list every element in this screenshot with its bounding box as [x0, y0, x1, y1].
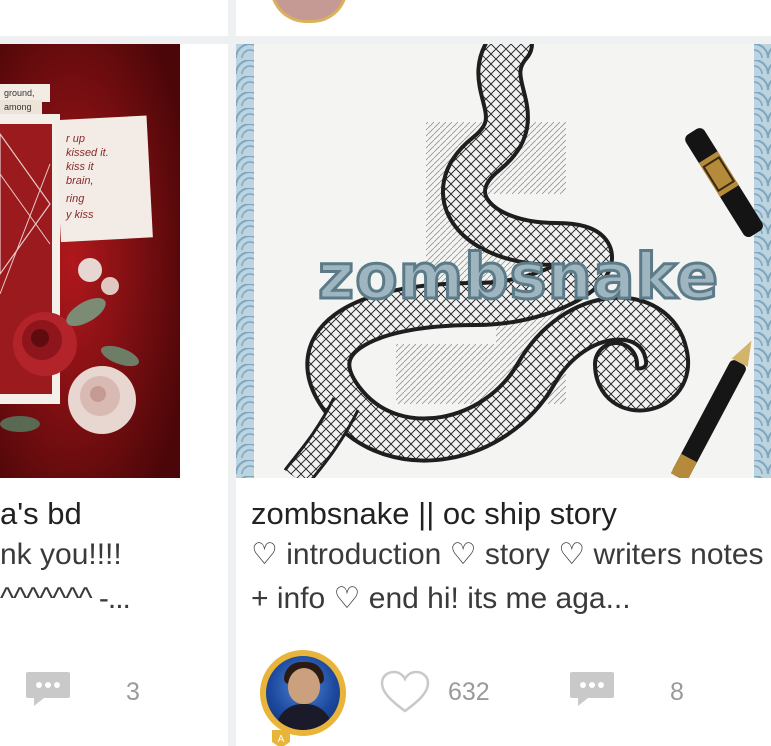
post-excerpt-line-2: ^^^^^^^ -...: [0, 582, 131, 615]
post-excerpt: nk you!!!! ^^^^^^^ -...: [0, 533, 131, 621]
author-avatar[interactable]: [260, 650, 346, 736]
post-cover-image[interactable]: ground, among r up kissed it. kiss it br…: [0, 44, 180, 478]
collage-snippet-2: among: [4, 102, 32, 112]
post-card-left[interactable]: ground, among r up kissed it. kiss it br…: [0, 44, 228, 746]
comment-icon: [570, 672, 614, 706]
note-line-4: brain,: [66, 175, 94, 187]
post-cover-image[interactable]: zombsnake: [236, 44, 771, 478]
note-line-3: kiss it: [66, 161, 94, 173]
comment-icon: [26, 672, 70, 706]
avatar-photo: [266, 656, 340, 730]
collage-illustration: ground, among r up kissed it. kiss it br…: [0, 44, 180, 478]
note-line-6: y kiss: [65, 209, 94, 221]
comment-count: 3: [126, 678, 140, 706]
post-excerpt: ♡ introduction ♡ story ♡ writers notes +…: [251, 538, 764, 615]
like-count: 632: [448, 678, 490, 706]
comment-button[interactable]: [24, 670, 72, 706]
like-button[interactable]: [380, 670, 430, 714]
post-excerpt-line-1: nk you!!!!: [0, 538, 122, 571]
comment-count: 8: [670, 678, 684, 706]
top-card-left[interactable]: [0, 0, 228, 36]
top-card-right[interactable]: [236, 0, 771, 36]
post-card-right[interactable]: zombsnake zombsnake || oc ship story ♡ i…: [236, 44, 771, 746]
post-title[interactable]: a's bd: [0, 496, 82, 532]
comment-button[interactable]: [568, 670, 616, 706]
note-line-2: kissed it.: [66, 147, 109, 159]
author-avatar-top[interactable]: [270, 0, 348, 23]
svg-text:A: A: [278, 734, 285, 745]
post-title[interactable]: zombsnake || oc ship story: [251, 496, 617, 532]
note-line-1: r up: [66, 133, 85, 145]
level-badge-icon: A: [272, 730, 290, 746]
cover-title-text: zombsnake: [316, 239, 720, 315]
note-line-5: ring: [66, 193, 85, 205]
heart-icon: [380, 670, 430, 713]
collage-snippet-1: ground,: [4, 88, 35, 98]
